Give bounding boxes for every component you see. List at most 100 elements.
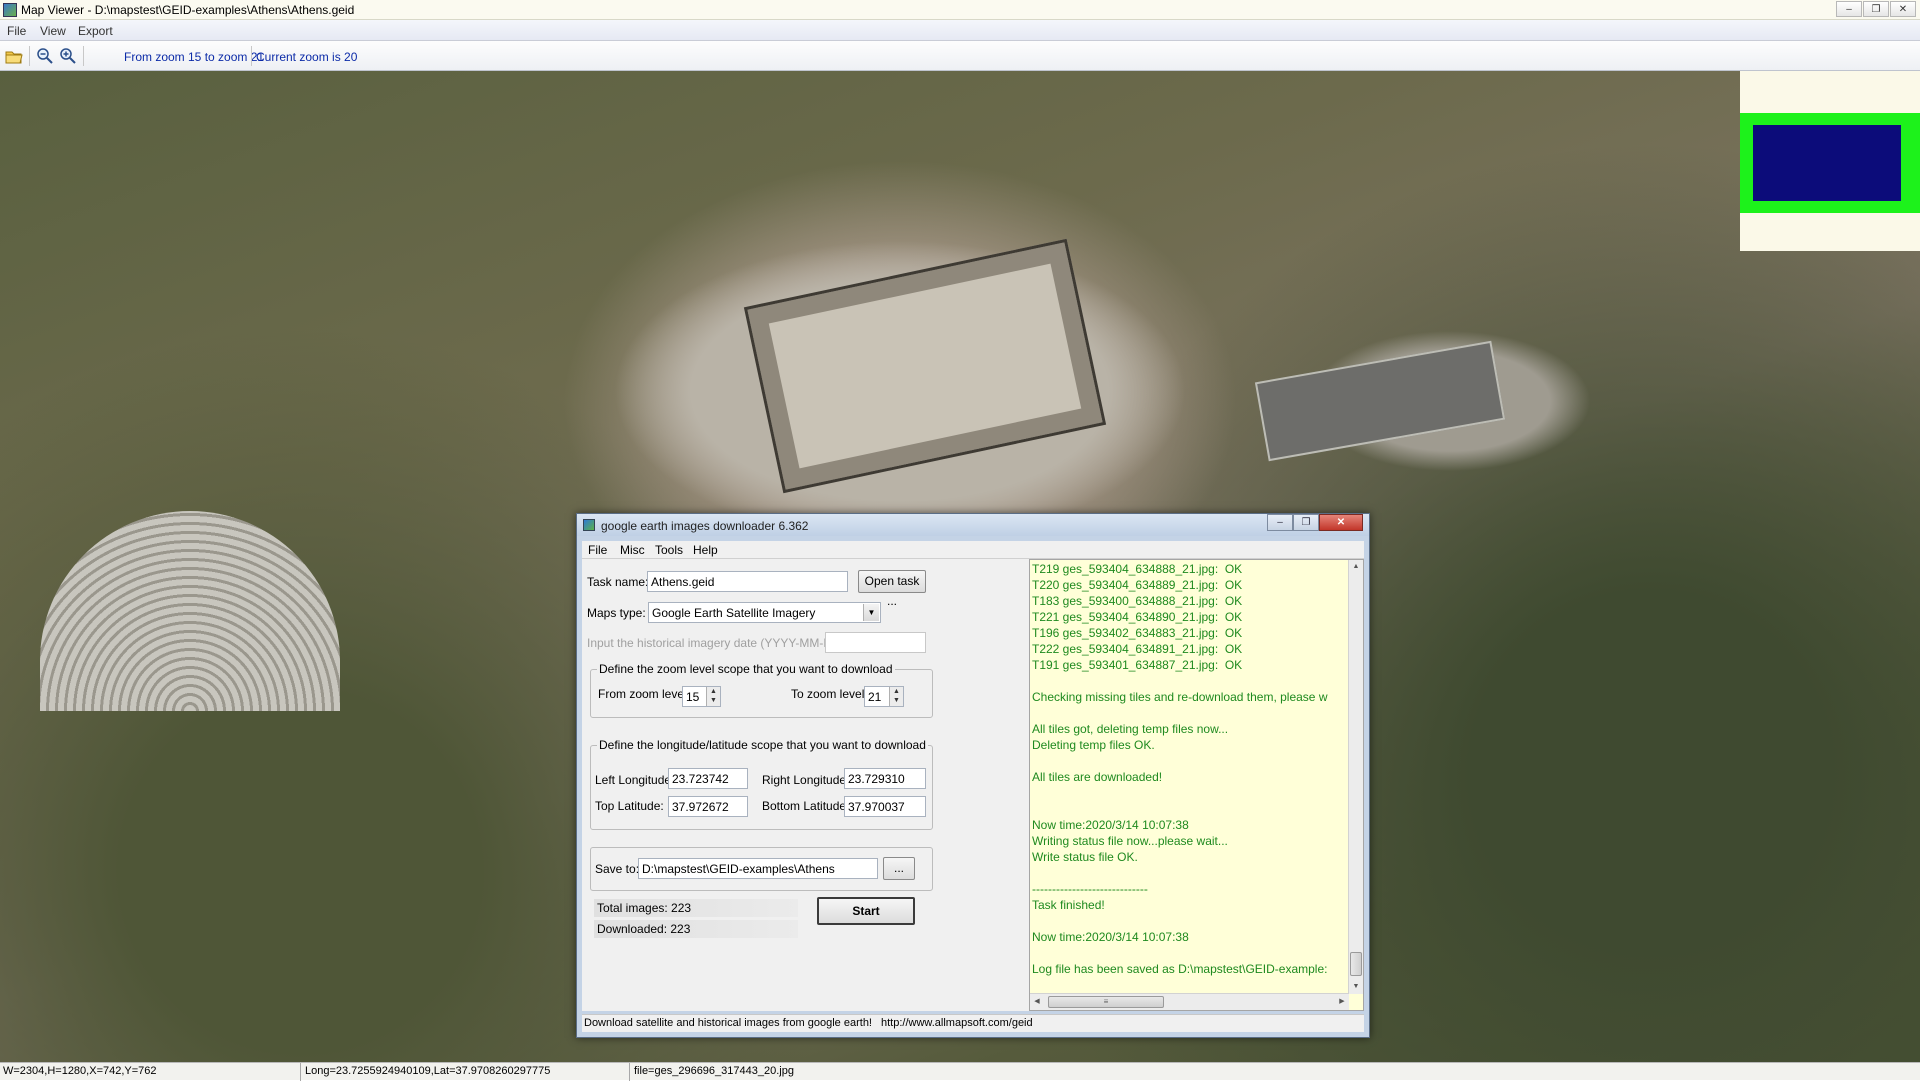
scroll-down-icon[interactable]: ▼: [1349, 980, 1363, 994]
log-line: T191 ges_593401_634887_21.jpg: OK: [1032, 658, 1243, 672]
log-line: Task finished!: [1032, 898, 1105, 912]
dialog-status-bar: Download satellite and historical images…: [582, 1014, 1364, 1032]
bottom-latitude-input[interactable]: [844, 796, 926, 817]
window-title: Map Viewer - D:\mapstest\GEID-examples\A…: [21, 3, 355, 17]
dialog-status-text: Download satellite and historical images…: [584, 1017, 872, 1029]
log-line: All tiles got, deleting temp files now..…: [1032, 722, 1229, 736]
right-longitude-label: Right Longitude:: [762, 773, 850, 787]
task-name-input[interactable]: [647, 571, 848, 592]
overview-viewport[interactable]: [1753, 125, 1901, 201]
overview-frame: [1740, 113, 1920, 213]
bottom-latitude-label: Bottom Latitude:: [762, 799, 850, 813]
log-line: T196 ges_593402_634883_21.jpg: OK: [1032, 626, 1243, 640]
maps-type-select[interactable]: Google Earth Satellite Imagery ▼: [648, 602, 881, 623]
scroll-thumb[interactable]: [1350, 952, 1362, 976]
browse-button[interactable]: ...: [883, 857, 915, 880]
scroll-up-icon[interactable]: ▲: [1349, 560, 1363, 574]
top-latitude-input[interactable]: [668, 796, 748, 817]
dialog-menu-file[interactable]: File: [588, 543, 607, 557]
open-folder-icon[interactable]: [5, 47, 23, 65]
right-longitude-input[interactable]: [844, 768, 926, 789]
log-line: T183 ges_593400_634888_21.jpg: OK: [1032, 594, 1243, 608]
log-vertical-scrollbar[interactable]: ▲ ▼: [1348, 560, 1363, 994]
open-task-button[interactable]: Open task ...: [858, 570, 926, 608]
zoom-level-group: Define the zoom level scope that you wan…: [590, 662, 933, 718]
menu-file[interactable]: File: [7, 24, 26, 38]
save-to-group: Save to: ...: [590, 847, 933, 891]
dialog-title: google earth images downloader 6.362: [601, 519, 809, 533]
menu-bar: File View Export: [0, 20, 1920, 41]
log-line: Checking missing tiles and re-download t…: [1032, 690, 1328, 704]
log-line: Write status file OK.: [1032, 850, 1138, 864]
maps-type-value: Google Earth Satellite Imagery: [652, 606, 816, 620]
from-zoom-label: From zoom level: [598, 687, 687, 701]
save-to-label: Save to:: [595, 862, 640, 876]
from-zoom-value: 15: [686, 690, 700, 704]
to-zoom-stepper[interactable]: 21 ▲ ▼: [864, 686, 904, 707]
downloaded-text: Downloaded: 223: [594, 920, 798, 938]
dialog-status-url[interactable]: http://www.allmapsoft.com/geid: [881, 1017, 1033, 1029]
left-longitude-input[interactable]: [668, 768, 748, 789]
from-zoom-stepper[interactable]: 15 ▲ ▼: [682, 686, 721, 707]
toolbar-separator: [29, 46, 30, 66]
log-panel[interactable]: T219 ges_593404_634888_21.jpg: OK T220 ge…: [1029, 559, 1364, 1011]
map-landmark: [40, 511, 340, 711]
app-icon: [3, 3, 17, 17]
historical-date-input[interactable]: [825, 632, 926, 653]
menu-view[interactable]: View: [40, 24, 66, 38]
task-name-label: Task name:: [587, 575, 649, 589]
left-longitude-label: Left Longitude:: [595, 773, 675, 787]
status-file: file=ges_296696_317443_20.jpg: [634, 1065, 794, 1077]
chevron-down-icon[interactable]: ▼: [863, 604, 879, 621]
zoom-group-label: Define the zoom level scope that you wan…: [597, 662, 895, 676]
maximize-button[interactable]: ❐: [1863, 1, 1889, 17]
scroll-left-icon[interactable]: ◀: [1030, 994, 1044, 1010]
log-text: T219 ges_593404_634888_21.jpg: OK T220 ge…: [1032, 561, 1342, 977]
log-line: -----------------------------: [1032, 882, 1148, 896]
spin-updown-icon[interactable]: ▲ ▼: [706, 687, 720, 706]
lonlat-group: Define the longitude/latitude scope that…: [590, 738, 933, 830]
save-to-input[interactable]: [638, 858, 878, 879]
map-landmark: [1254, 340, 1506, 462]
toolbar: From zoom 15 to zoom 21 Current zoom is …: [0, 41, 1920, 71]
dialog-menu-help[interactable]: Help: [693, 543, 718, 557]
zoom-range-text: From zoom 15 to zoom 21: [124, 50, 265, 64]
minimize-button[interactable]: ‒: [1836, 1, 1862, 17]
log-line: T219 ges_593404_634888_21.jpg: OK: [1032, 562, 1243, 576]
status-bar: W=2304,H=1280,X=742,Y=762 Long=23.725592…: [0, 1062, 1920, 1081]
status-separator: [629, 1063, 630, 1081]
start-button[interactable]: Start: [817, 897, 915, 925]
status-separator: [300, 1063, 301, 1081]
log-horizontal-scrollbar[interactable]: ◀ ≡ ▶: [1030, 993, 1349, 1010]
menu-export[interactable]: Export: [78, 24, 113, 38]
overview-panel[interactable]: [1740, 71, 1920, 251]
total-images-text: Total images: 223: [594, 899, 798, 917]
title-bar: Map Viewer - D:\mapstest\GEID-examples\A…: [0, 0, 1920, 20]
dialog-title-bar[interactable]: google earth images downloader 6.362 ‒ ❐…: [577, 514, 1369, 536]
dialog-menu-tools[interactable]: Tools: [655, 543, 683, 557]
dialog-menu-misc[interactable]: Misc: [620, 543, 645, 557]
scroll-thumb[interactable]: ≡: [1048, 996, 1164, 1008]
dialog-app-icon: [583, 519, 595, 531]
lonlat-group-label: Define the longitude/latitude scope that…: [597, 738, 928, 752]
historical-date-label: Input the historical imagery date (YYYY-…: [587, 636, 848, 650]
dialog-maximize-button[interactable]: ❐: [1293, 514, 1319, 531]
dialog-menu-bar: File Misc Tools Help: [582, 541, 1364, 559]
to-zoom-value: 21: [868, 690, 882, 704]
dialog-controls: ‒ ❐ ✕: [1267, 514, 1363, 531]
dialog-close-button[interactable]: ✕: [1319, 514, 1363, 531]
scroll-right-icon[interactable]: ▶: [1335, 994, 1349, 1010]
zoom-in-icon[interactable]: [59, 47, 77, 65]
dialog-minimize-button[interactable]: ‒: [1267, 514, 1293, 531]
spin-updown-icon[interactable]: ▲ ▼: [889, 687, 903, 706]
zoom-out-icon[interactable]: [36, 47, 54, 65]
top-latitude-label: Top Latitude:: [595, 799, 664, 813]
close-button[interactable]: ✕: [1890, 1, 1916, 17]
